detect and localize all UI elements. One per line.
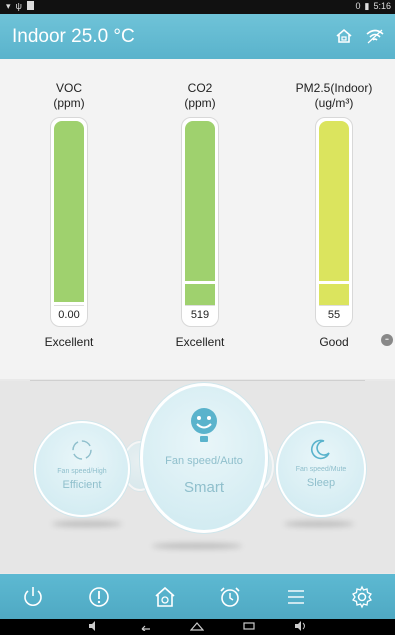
co2-level-marker — [185, 281, 215, 284]
pm25-level-marker — [319, 281, 349, 284]
voc-label: VOC — [55, 81, 82, 95]
back-icon[interactable] — [138, 618, 152, 635]
sleep-label: Sleep — [306, 477, 336, 489]
page-title: Indoor 25.0 °C — [12, 26, 135, 47]
voc-gauge: VOC (ppm) 0.00 Excellent — [14, 81, 124, 349]
volume-up-icon[interactable] — [294, 618, 308, 635]
pm25-unit: (ug/m³) — [314, 96, 354, 110]
gear-icon[interactable] — [345, 580, 379, 614]
efficient-fan-speed: Fan speed/High — [57, 468, 107, 475]
efficient-shadow — [52, 521, 122, 527]
co2-value: 519 — [185, 305, 215, 323]
app-header: Indoor 25.0 °C — [0, 14, 395, 59]
sleep-shadow — [284, 521, 354, 527]
app-notify-icon — [26, 1, 34, 10]
alert-icon[interactable] — [82, 580, 116, 614]
mode-sleep-button[interactable]: Fan speed/Mute Sleep — [276, 421, 366, 517]
co2-gauge: CO2 (ppm) 519 Excellent — [145, 81, 255, 349]
co2-bar-fill — [185, 121, 215, 323]
battery-icon: ▮ — [364, 1, 370, 11]
mode-smart-button[interactable]: Fan speed/Auto Smart — [140, 383, 268, 533]
smart-fan-speed: Fan speed/Auto — [165, 455, 243, 467]
voc-bar: 0.00 — [50, 117, 88, 327]
co2-unit: (ppm) — [184, 96, 216, 110]
voc-value: 0.00 — [54, 305, 84, 323]
home-icon[interactable] — [148, 580, 182, 614]
co2-rating: Excellent — [175, 335, 225, 349]
power-icon[interactable] — [16, 580, 50, 614]
pm25-bar: 55 — [315, 117, 353, 327]
home-nav-icon[interactable] — [189, 618, 204, 635]
voc-rating: Excellent — [44, 335, 94, 349]
home-wifi-icon[interactable] — [335, 28, 353, 49]
side-handle-icon[interactable]: •• — [381, 334, 393, 346]
status-time: 5:16 — [373, 1, 391, 11]
smart-label: Smart — [183, 479, 224, 496]
status-bar: ▾ ψ 0 ▮ 5:16 — [0, 0, 395, 14]
moon-icon — [278, 437, 364, 466]
voc-bar-fill — [54, 121, 84, 323]
wifi-icon[interactable] — [365, 28, 385, 49]
volume-down-icon[interactable] — [88, 618, 100, 635]
smart-shadow — [152, 543, 242, 549]
efficient-label: Efficient — [62, 479, 102, 491]
pm25-value: 55 — [319, 305, 349, 323]
sleep-fan-speed: Fan speed/Mute — [295, 466, 347, 473]
system-nav-bar — [0, 619, 395, 635]
pm25-label: PM2.5(Indoor) — [295, 81, 373, 95]
alarm-clock-icon[interactable] — [213, 580, 247, 614]
pm25-gauge: PM2.5(Indoor) (ug/m³) 55 Good — [279, 81, 389, 349]
menu-icon[interactable] — [279, 580, 313, 614]
signal-icon: ▾ — [6, 1, 11, 11]
smile-icon — [143, 406, 265, 451]
pm25-bar-fill — [319, 121, 349, 323]
pm25-rating: Good — [319, 335, 349, 349]
sensor-panel: VOC (ppm) 0.00 Excellent CO2 (ppm) 519 E… — [0, 59, 395, 379]
co2-bar: 519 — [181, 117, 219, 327]
voc-unit: (ppm) — [53, 96, 85, 110]
usb-icon: ψ — [15, 1, 22, 11]
mode-efficient-button[interactable]: Fan speed/High Efficient — [34, 421, 130, 517]
notification-count: 0 — [355, 1, 361, 11]
refresh-icon — [36, 437, 128, 468]
recents-icon[interactable] — [242, 618, 256, 635]
bottom-toolbar — [0, 574, 395, 619]
co2-label: CO2 — [187, 81, 213, 95]
mode-selector: Fan speed/High Efficient Fan speed/Auto … — [0, 381, 395, 573]
